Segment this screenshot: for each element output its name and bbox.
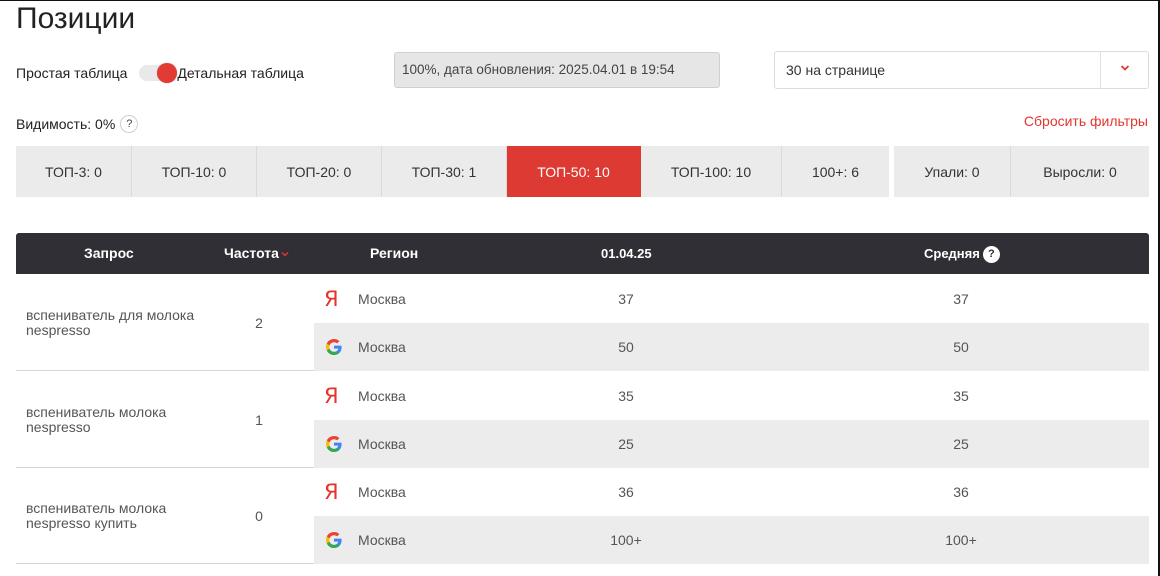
yandex-icon: Я	[324, 480, 339, 504]
average-value: 36	[953, 484, 969, 500]
table-row: вспениватель молока nespresso 1 Я Москва 35 3…	[16, 372, 1149, 468]
average-value: 50	[953, 339, 969, 355]
update-status: 100%, дата обновления: 2025.04.01 в 19:5…	[394, 52, 720, 88]
table-view-toggle[interactable]	[139, 63, 178, 83]
frequency-value: 2	[255, 315, 263, 331]
average-value: 100+	[945, 532, 977, 548]
filter-tab-top20[interactable]: ТОП-20: 0	[257, 146, 382, 197]
filter-tab-top100[interactable]: ТОП-100: 10	[641, 146, 782, 197]
column-average: Средняя?	[924, 233, 1000, 274]
column-average-label: Средняя	[924, 246, 980, 261]
region-name: Москва	[358, 435, 406, 452]
filter-tab-grew[interactable]: Выросли: 0	[1011, 146, 1149, 197]
page-title: Позиции	[16, 2, 136, 35]
query-text: вспениватель для молока nespresso	[26, 307, 195, 338]
yandex-result-row: Я Москва 37 37	[314, 275, 1149, 323]
frequency-value: 0	[255, 508, 263, 524]
region-name: Москва	[358, 387, 406, 404]
help-icon[interactable]: ?	[982, 246, 1000, 264]
column-frequency-label: Частота	[224, 245, 279, 261]
table-row: вспениватель для молока nespresso 2 Я Москв…	[16, 275, 1149, 371]
filter-tab-top30[interactable]: ТОП-30: 1	[382, 146, 507, 197]
filter-tab-top10[interactable]: ТОП-10: 0	[132, 146, 257, 197]
help-icon[interactable]: ?	[120, 115, 139, 133]
simple-table-label[interactable]: Простая таблица	[16, 65, 127, 81]
google-result-row: Москва 100+ 100+	[314, 516, 1149, 564]
view-toggle-row: Простая таблица Детальная таблица	[16, 63, 304, 83]
average-value: 25	[953, 435, 969, 452]
filter-tabs: ТОП-3: 0 ТОП-10: 0 ТОП-20: 0 ТОП-30: 1 Т…	[16, 146, 1149, 197]
sort-down-icon	[281, 252, 289, 257]
google-icon	[324, 337, 344, 357]
google-result-row: Москва 50 50	[314, 323, 1149, 371]
position-value: 37	[618, 291, 634, 307]
visibility-label: Видимость: 0%	[16, 116, 116, 132]
position-value: 50	[618, 339, 634, 355]
average-value: 35	[953, 387, 969, 404]
filter-tab-top50[interactable]: ТОП-50: 10	[507, 146, 641, 197]
column-date: 01.04.25	[601, 246, 652, 261]
table-row: вспениватель молока nespresso купить 0 Я Мо…	[16, 468, 1149, 564]
yandex-result-row: Я Москва 36 36	[314, 468, 1149, 516]
position-value: 100+	[610, 532, 642, 548]
toggle-knob	[157, 63, 178, 83]
filter-tab-100plus[interactable]: 100+: 6	[782, 146, 889, 197]
region-name: Москва	[358, 291, 406, 307]
select-divider	[1100, 52, 1101, 88]
google-icon	[324, 530, 344, 550]
query-text: вспениватель молока nespresso	[26, 403, 167, 435]
query-text: вспениватель молока nespresso купить	[26, 500, 167, 531]
position-value: 25	[618, 435, 634, 452]
yandex-icon: Я	[324, 287, 339, 311]
region-name: Москва	[358, 484, 406, 500]
chevron-down-icon	[1120, 65, 1130, 71]
position-value: 35	[618, 387, 634, 404]
frequency-value: 1	[255, 411, 263, 428]
per-page-select[interactable]: 30 на странице	[774, 51, 1149, 89]
filter-tab-dropped[interactable]: Упали: 0	[894, 146, 1011, 197]
google-result-row: Москва 25 25	[314, 419, 1149, 468]
column-region: Регион	[370, 245, 419, 261]
reset-filters-link[interactable]: Сбросить фильтры	[1024, 113, 1148, 129]
table-header: Запрос Частота Регион 01.04.25 Средняя?	[16, 233, 1149, 274]
region-name: Москва	[358, 532, 406, 548]
region-name: Москва	[358, 339, 406, 355]
google-icon	[324, 434, 344, 454]
yandex-result-row: Я Москва 35 35	[314, 372, 1149, 420]
visibility-indicator: Видимость: 0% ?	[16, 115, 139, 133]
column-query: Запрос	[84, 245, 134, 261]
average-value: 37	[953, 291, 969, 307]
filter-tab-top3[interactable]: ТОП-3: 0	[16, 146, 132, 197]
column-frequency-sort[interactable]: Частота	[224, 233, 289, 274]
per-page-value: 30 на странице	[786, 62, 886, 78]
detailed-table-label[interactable]: Детальная таблица	[177, 65, 304, 81]
position-value: 36	[618, 484, 634, 500]
yandex-icon: Я	[324, 383, 339, 408]
